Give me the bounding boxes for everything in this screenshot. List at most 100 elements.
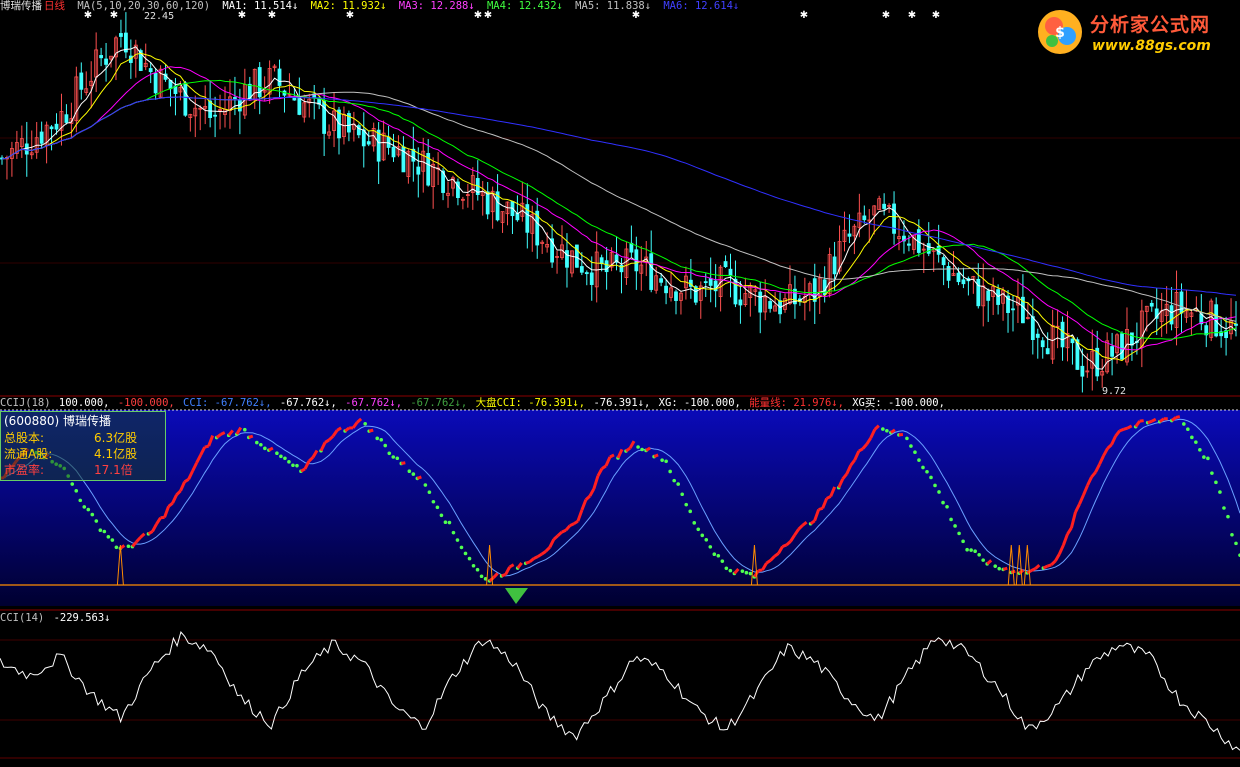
candle [713,264,718,308]
cci-v3: -67.762↓, [279,397,337,409]
period-label[interactable]: 日线 [44,0,65,12]
cci-falling-dot [98,528,103,533]
cci-falling-dot [1206,456,1210,461]
cci-falling-dot [1186,427,1190,432]
candle [738,281,743,324]
info-value: 17.1倍 [94,463,133,477]
cci-rising-segment [324,438,330,444]
candle [168,79,173,107]
cci-falling-dot [708,545,713,549]
candle-body [391,146,396,158]
candle-body [1130,332,1134,346]
candle [356,123,361,139]
candle-body [485,191,490,215]
candle-body [376,129,381,162]
cci-falling-dot [447,520,452,525]
cci-rising-segment [858,447,864,453]
cci14-line [0,630,1240,751]
info-value: 4.1亿股 [94,447,138,461]
candle-body [79,72,84,90]
candle [584,270,589,286]
candle [674,289,678,315]
cci-falling-dot [905,436,909,441]
candle-body [847,233,852,237]
candle [1149,299,1154,312]
candle-body [153,72,158,94]
cci-falling-dot [704,537,709,542]
candle-body [579,266,584,273]
cci-falling-dot [475,567,480,572]
candle [183,80,188,117]
candle [163,64,168,82]
candle [570,250,574,278]
candle [193,95,198,138]
candle [946,261,951,289]
cci-falling-dot [363,421,367,426]
cci-falling-dot [692,521,697,525]
cci-falling-dot [295,463,299,468]
cci-rising-segment [645,446,651,452]
ma4-line [1,79,1237,340]
candle [991,277,996,316]
cci-falling-dot [407,469,412,474]
candle-body [703,281,708,284]
cci-falling-dot [712,552,717,556]
candle-body [213,114,218,117]
cci-panel-bg [0,410,1240,606]
candle [832,241,837,291]
candle-body [233,97,237,99]
cci-falling-dot [1194,440,1198,444]
candle [1006,289,1010,333]
candle-body [723,261,728,268]
cci-rising-segment [501,573,507,578]
cci-falling-dot [459,545,464,550]
cci-rising-segment [569,522,575,528]
cci-falling-dot [933,483,937,488]
candle [535,197,540,259]
cci-falling-dot [431,499,436,504]
candle [376,122,381,185]
candle [188,113,193,132]
candle-body [956,272,961,283]
candle [1214,297,1219,338]
info-label: 市盈率: [4,463,45,477]
xg-value: XG: -100.000, [658,397,741,409]
cci-v4: -67.762↓, [345,397,403,409]
info-value: 6.3亿股 [94,431,138,445]
candle-body [862,215,867,221]
cci-falling-dot [1230,532,1234,537]
candle [456,178,460,206]
cci-falling-dot [379,437,384,442]
candle [1016,278,1020,323]
candle-body [99,55,104,59]
cci-falling-dot [110,538,115,542]
candle [684,266,688,300]
candle [1020,274,1025,324]
candle [763,279,768,321]
cci-falling-dot [94,519,99,523]
candle [148,61,153,84]
cci-falling-dot [102,529,107,534]
candle [812,263,817,325]
candle-body [24,143,29,155]
cci-rising-segment [1175,415,1181,419]
cci-rising-segment [1151,417,1157,423]
candle [421,137,426,193]
cci-falling-dot [287,460,291,464]
candle [669,271,673,302]
cci-falling-dot [1234,541,1238,546]
candle [560,225,564,260]
stock-info-box: (600880) 博瑞传播 总股本: 6.3亿股 流通A股: 4.1亿股 市盈率: 1… [0,411,166,481]
cci-falling-dot [997,566,1002,571]
candle-body [208,100,213,118]
cci-falling-dot [716,553,721,558]
candle [649,230,654,293]
candle-body [104,58,108,65]
candle-body [584,272,589,275]
candle [257,62,262,115]
candle [872,205,877,235]
candle [64,104,69,125]
cci-value: CCI: -67.762↓, [183,397,272,409]
candle-body [961,279,966,285]
candle [540,240,545,254]
